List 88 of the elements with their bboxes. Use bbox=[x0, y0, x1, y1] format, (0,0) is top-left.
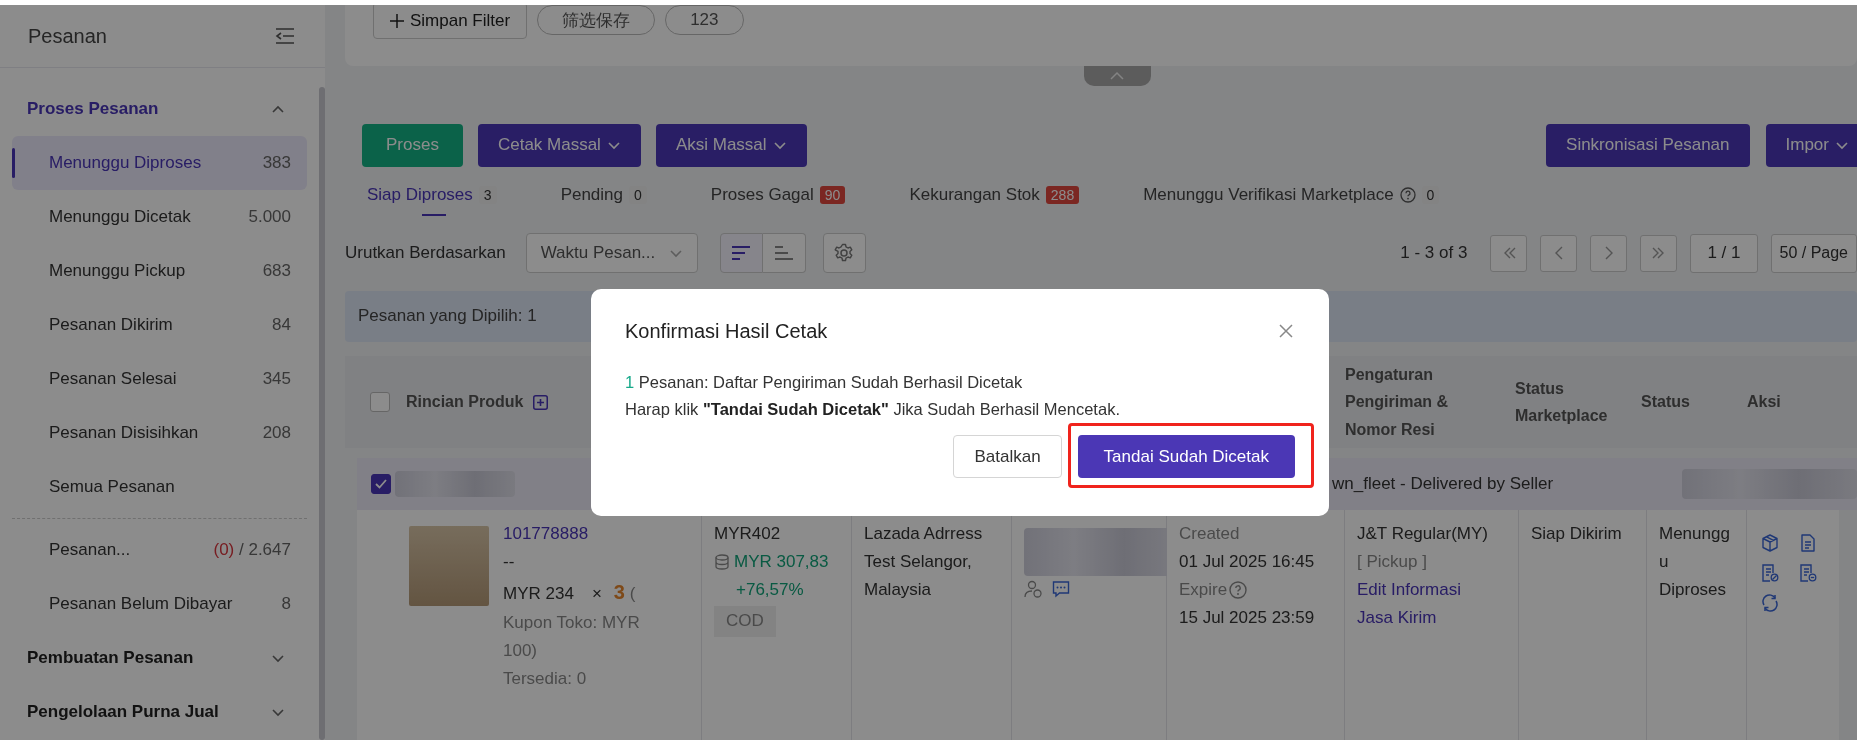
pickup-text: [ Pickup ] bbox=[1357, 551, 1428, 574]
column-header: Aksi bbox=[1747, 392, 1781, 413]
dialog-hint: Harap klik "Tandai Sudah Dicetak" Jika Sudah Berhasil Mencetak. bbox=[625, 399, 1121, 421]
plus-icon bbox=[390, 13, 404, 28]
saved-filter-chip[interactable]: 筛选保存 bbox=[537, 5, 656, 35]
sort-lines-icon bbox=[774, 245, 793, 262]
saved-filter-chip[interactable]: 123 bbox=[665, 5, 744, 35]
order-id-link[interactable]: 101778888 bbox=[503, 520, 671, 549]
page-input[interactable]: 1 / 1 bbox=[1690, 233, 1758, 273]
sidebar-item[interactable]: Pesanan... (0) / 2.647 bbox=[12, 523, 307, 577]
sort-lines-icon bbox=[732, 245, 751, 262]
save-filter-button[interactable]: Simpan Filter bbox=[373, 5, 528, 39]
action-button[interactable]: Aksi Massal bbox=[655, 123, 807, 167]
profit-margin: +76,57% bbox=[735, 579, 805, 602]
column-header: Status bbox=[1641, 392, 1690, 413]
carrier-text: J&T Regular(MY) bbox=[1357, 523, 1489, 545]
coins-icon bbox=[714, 554, 730, 571]
sidebar-title: Pesanan bbox=[28, 24, 107, 48]
status-tab[interactable]: Pending 0 bbox=[560, 168, 647, 222]
count-badge: 90 bbox=[819, 186, 846, 205]
sidebar-group-header[interactable]: Pengelolaan Purna Jual bbox=[12, 685, 307, 739]
expire-label: Expire bbox=[1179, 579, 1228, 602]
sidebar-item[interactable]: Pesanan Belum Dibayar 8 bbox=[12, 577, 307, 631]
stock-text: Tersedia: 0 bbox=[503, 668, 588, 691]
document-edit-icon[interactable] bbox=[1761, 564, 1779, 582]
order-status: Menunggu Diproses bbox=[1659, 523, 1731, 602]
check-icon bbox=[375, 479, 387, 489]
mark-printed-button[interactable]: Tandai Sudah Dicetak bbox=[1077, 435, 1295, 479]
dialog-title: Konfirmasi Hasil Cetak bbox=[625, 319, 828, 343]
sidebar-group-header[interactable]: Proses Pesanan bbox=[12, 82, 307, 136]
order-total: MYR402 bbox=[714, 523, 782, 545]
action-button[interactable]: Impor bbox=[1765, 123, 1857, 167]
dialog-message: 1 Pesanan: Daftar Pengiriman Sudah Berhasil Dicetak bbox=[625, 372, 1024, 393]
shipping-method-text: wn_fleet - Delivered by Seller bbox=[1332, 474, 1554, 494]
address-text: Lazada Adrress Test Selangor, Malaysia bbox=[864, 523, 984, 602]
sort-order-button[interactable] bbox=[719, 233, 763, 274]
sidebar-item[interactable]: Menunggu Diproses 383 bbox=[12, 136, 307, 190]
profit-amount: MYR 307,83 bbox=[734, 551, 829, 574]
sidebar-group-header[interactable]: Pembuatan Pesanan bbox=[12, 631, 307, 685]
selection-count: Pesanan yang Dipilih: 1 bbox=[358, 306, 537, 327]
collapse-menu-icon[interactable] bbox=[275, 27, 295, 45]
count-badge: 288 bbox=[1045, 186, 1080, 205]
payment-method-tag: COD bbox=[714, 606, 776, 637]
refresh-icon[interactable] bbox=[1761, 594, 1779, 612]
sort-label: Urutkan Berdasarkan bbox=[345, 243, 506, 264]
chevron-up-icon bbox=[1110, 70, 1124, 81]
page-size-select[interactable]: 50 / Page bbox=[1770, 233, 1857, 273]
last-page-icon bbox=[1651, 246, 1666, 261]
row-checkbox[interactable] bbox=[371, 474, 391, 494]
marketplace-status: Siap Dikirim bbox=[1531, 523, 1623, 545]
settings-icon bbox=[834, 243, 855, 264]
plus-square-icon[interactable] bbox=[533, 394, 549, 410]
scrollbar[interactable] bbox=[319, 87, 325, 740]
variant-text: -- bbox=[503, 551, 516, 574]
collapse-toggle[interactable] bbox=[1083, 65, 1151, 86]
action-button[interactable]: Cetak Massal bbox=[477, 123, 641, 167]
document-remove-icon[interactable] bbox=[1799, 564, 1817, 582]
sidebar-item[interactable]: Pesanan Disisihkan 208 bbox=[12, 406, 307, 460]
box-icon[interactable] bbox=[1761, 534, 1779, 552]
status-tab[interactable]: Menunggu Verifikasi Marketplace 0 bbox=[1143, 168, 1440, 222]
help-icon bbox=[1229, 581, 1248, 600]
page-range: 1 - 3 of 3 bbox=[1400, 243, 1468, 264]
column-header: Status Marketplace bbox=[1515, 378, 1609, 426]
status-tab[interactable]: Kekurangan Stok 288 bbox=[909, 168, 1080, 222]
sidebar-item[interactable]: Semua Pesanan bbox=[12, 460, 307, 514]
price-quantity-text: MYR 234 × 3 ( Kupon Toko: MYR 100) bbox=[503, 580, 641, 663]
edit-shipping-link[interactable]: Edit Informasi Jasa Kirim bbox=[1357, 576, 1475, 633]
column-header: Rincian Produk bbox=[406, 392, 524, 413]
status-tab[interactable]: Proses Gagal 90 bbox=[710, 168, 846, 222]
sidebar-item[interactable]: Menunggu Pickup 683 bbox=[12, 244, 307, 298]
close-icon bbox=[1279, 324, 1293, 338]
cancel-button[interactable]: Batalkan bbox=[953, 435, 1062, 479]
created-label: Created bbox=[1179, 523, 1241, 545]
user-icon[interactable] bbox=[1024, 580, 1042, 598]
column-header: Pengaturan Pengiriman & Nomor Resi bbox=[1345, 365, 1450, 440]
settings-button[interactable] bbox=[822, 233, 866, 274]
sidebar-item[interactable]: Menunggu Dicetak 5.000 bbox=[12, 190, 307, 244]
sidebar-item[interactable]: Pesanan Selesai 345 bbox=[12, 352, 307, 406]
document-icon[interactable] bbox=[1799, 534, 1817, 552]
select-all-checkbox[interactable] bbox=[370, 392, 390, 412]
status-tab[interactable]: Siap Diproses 3 bbox=[367, 168, 497, 222]
sidebar-item[interactable]: Pesanan Dikirim 84 bbox=[12, 298, 307, 352]
sort-order-button[interactable] bbox=[762, 233, 806, 274]
chat-icon[interactable] bbox=[1052, 580, 1070, 598]
expire-time: 15 Jul 2025 23:59 bbox=[1179, 607, 1316, 630]
action-button[interactable]: Sinkronisasi Pesanan bbox=[1546, 123, 1750, 167]
sort-select[interactable]: Waktu Pesan... bbox=[525, 233, 698, 274]
created-time: 01 Jul 2025 16:45 bbox=[1179, 551, 1316, 574]
